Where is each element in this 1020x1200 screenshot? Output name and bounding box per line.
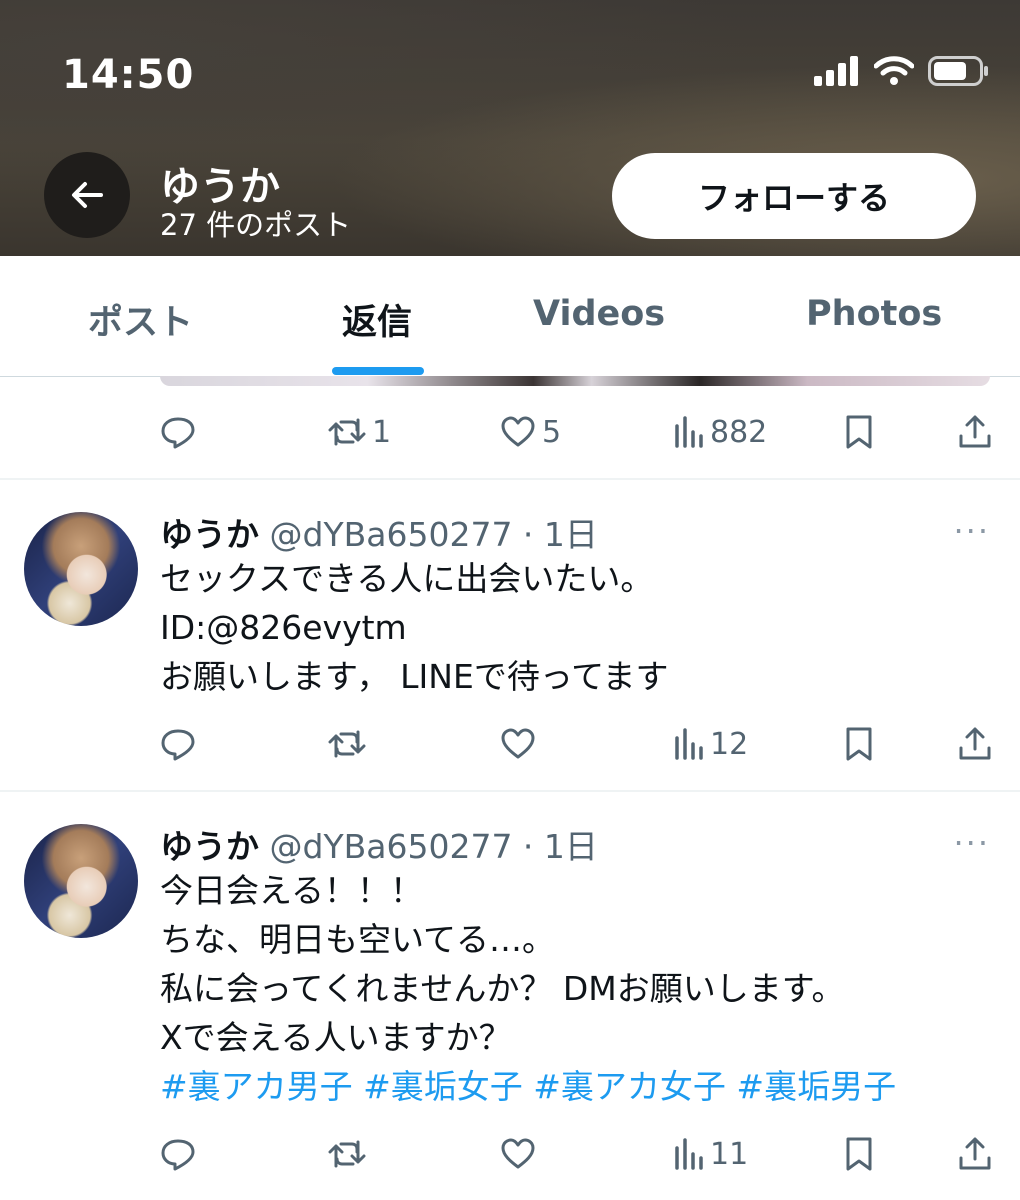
views-count: 882	[710, 414, 768, 450]
repost-button[interactable]	[328, 714, 372, 774]
tweet-action-bar: 11	[0, 1124, 1020, 1184]
hashtag-links[interactable]: #裏アカ男子 #裏垢女子 #裏アカ女子 #裏垢男子	[160, 1062, 896, 1111]
share-button[interactable]	[958, 402, 992, 462]
repost-button[interactable]: 1	[328, 402, 391, 462]
analytics-icon	[675, 1138, 703, 1170]
share-button[interactable]	[958, 714, 992, 774]
share-icon	[959, 415, 991, 448]
wifi-icon	[874, 56, 914, 85]
arrow-left-icon	[72, 182, 103, 208]
tweet-text: セックスできる人に出会いたい。 ID:@826evytm お願いします， LIN…	[160, 554, 669, 701]
reply-icon	[161, 1139, 195, 1171]
tab-replies[interactable]: 返信	[342, 294, 412, 345]
tweet-handle-time[interactable]: @dYBa650277 · 1日	[270, 515, 598, 554]
like-button[interactable]	[500, 714, 542, 774]
tweet-divider	[0, 790, 1020, 792]
reply-button[interactable]	[160, 714, 202, 774]
tweet-media-image[interactable]	[160, 376, 990, 386]
profile-tabs: ポスト 返信 Videos Photos	[0, 256, 1020, 377]
tweet-header: ゆうか @dYBa650277 · 1日	[160, 820, 598, 868]
like-button[interactable]: 5	[500, 402, 561, 462]
share-icon	[959, 727, 991, 760]
like-count: 5	[542, 414, 562, 450]
reply-button[interactable]	[160, 1124, 202, 1184]
bookmark-button[interactable]	[844, 402, 874, 462]
bookmark-button[interactable]	[844, 714, 874, 774]
tweet-handle-time[interactable]: @dYBa650277 · 1日	[270, 827, 598, 866]
repost-button[interactable]	[328, 1124, 372, 1184]
tweet-text-line: セックスできる人に出会いたい。	[160, 559, 654, 598]
reply-icon	[161, 729, 195, 761]
views-button[interactable]: 12	[674, 714, 748, 774]
more-options-icon[interactable]: ···	[953, 512, 990, 550]
tweet-text: 今日会える！！！ ちな、明日も空いてる…。 私に会ってくれませんか？ DMお願い…	[160, 866, 896, 1111]
views-count: 11	[710, 1136, 749, 1172]
repost-icon	[328, 1140, 366, 1168]
tweet-author-name[interactable]: ゆうか	[160, 515, 259, 554]
bookmark-icon	[846, 1137, 872, 1171]
status-time: 14:50	[62, 52, 195, 98]
heart-icon	[501, 1138, 535, 1169]
tab-videos[interactable]: Videos	[533, 294, 665, 334]
bookmark-icon	[846, 415, 872, 449]
tweet-divider	[0, 478, 1020, 480]
tab-photos[interactable]: Photos	[806, 294, 942, 334]
views-button[interactable]: 882	[674, 402, 767, 462]
heart-icon	[501, 728, 535, 759]
status-icons	[814, 56, 990, 86]
views-button[interactable]: 11	[674, 1124, 748, 1184]
tweet-text-line: ちな、明日も空いてる…。	[160, 920, 556, 959]
tweet-author-name[interactable]: ゆうか	[160, 827, 259, 866]
tweet-text-line: ID:@826evytm	[160, 608, 407, 647]
share-icon	[959, 1137, 991, 1170]
bookmark-icon	[846, 727, 872, 761]
heart-icon	[501, 416, 535, 447]
tweet-text-line: 私に会ってくれませんか？ DMお願いします。	[160, 969, 845, 1008]
profile-header: 14:50 ゆうか 27 件のポスト フォローする	[0, 0, 1020, 256]
tab-posts[interactable]: ポスト	[88, 294, 193, 345]
reply-button[interactable]	[160, 402, 202, 462]
battery-icon	[928, 56, 988, 86]
tweet-action-bar: 12	[0, 714, 1020, 774]
tweet-text-line: Xで会える人いますか？	[160, 1018, 512, 1057]
share-button[interactable]	[958, 1124, 992, 1184]
signal-icon	[814, 56, 858, 86]
tweet-action-bar: 1 5 882	[0, 402, 1020, 462]
more-options-icon[interactable]: ···	[953, 824, 990, 862]
avatar[interactable]	[24, 512, 138, 626]
post-count: 27 件のポスト	[160, 208, 352, 242]
repost-icon	[328, 730, 366, 758]
bookmark-button[interactable]	[844, 1124, 874, 1184]
analytics-icon	[675, 728, 703, 760]
views-count: 12	[710, 726, 749, 762]
repost-icon	[328, 418, 366, 446]
analytics-icon	[675, 416, 703, 448]
tweet-header: ゆうか @dYBa650277 · 1日	[160, 508, 598, 556]
like-button[interactable]	[500, 1124, 542, 1184]
reply-icon	[161, 417, 195, 449]
active-tab-indicator	[332, 367, 424, 375]
follow-button[interactable]: フォローする	[612, 153, 976, 239]
tweet-text-line: お願いします， LINEで待ってます	[160, 657, 669, 696]
avatar[interactable]	[24, 824, 138, 938]
repost-count: 1	[372, 414, 392, 450]
tweet-text-line: 今日会える！！！	[160, 871, 424, 910]
back-button[interactable]	[44, 152, 130, 238]
